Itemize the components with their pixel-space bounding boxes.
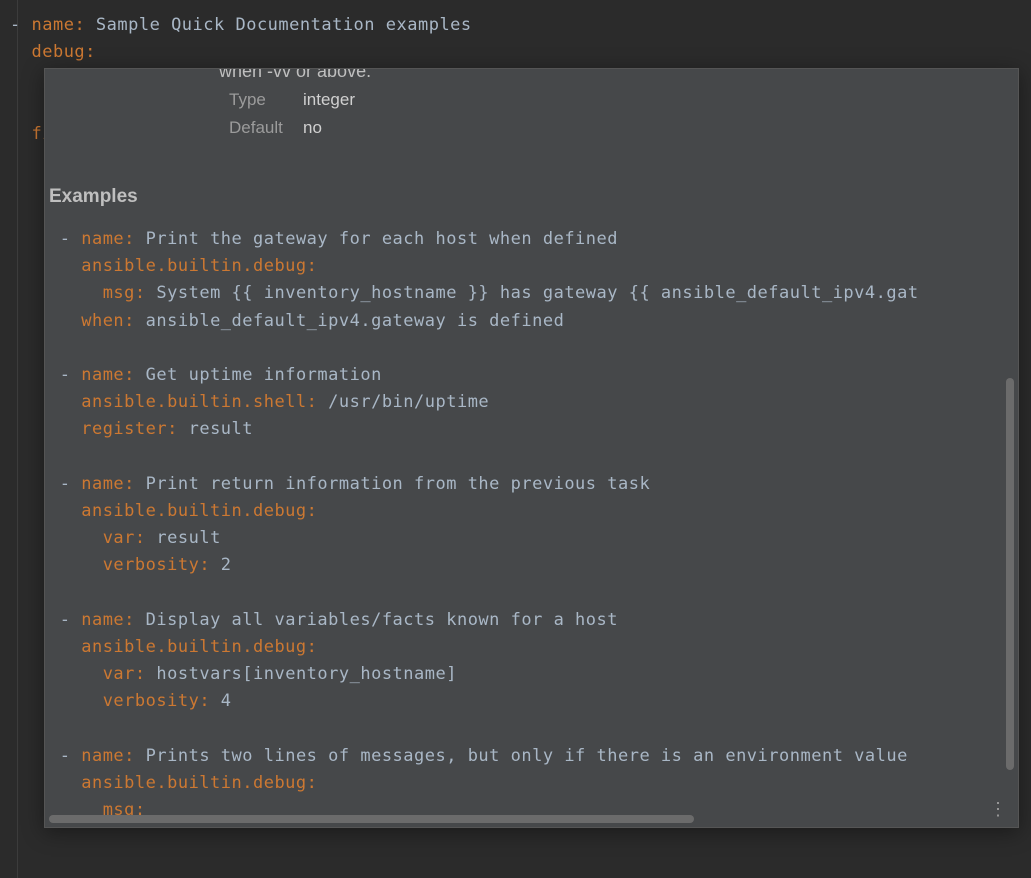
code-line: verbosity: 4 xyxy=(49,688,1018,715)
code-line: - name: Get uptime information xyxy=(49,362,1018,389)
editor-line-1[interactable]: - name: Sample Quick Documentation examp… xyxy=(10,12,1031,39)
vertical-scrollbar[interactable] xyxy=(1006,378,1014,770)
code-line: msg: System {{ inventory_hostname }} has… xyxy=(49,280,1018,307)
code-line: - name: Print return information from th… xyxy=(49,471,1018,498)
editor-line-2[interactable]: debug: xyxy=(10,39,1031,66)
code-line: var: hostvars[inventory_hostname] xyxy=(49,661,1018,688)
popup-content: when -vv or above. Type integer Default … xyxy=(45,69,1018,827)
code-line: var: result xyxy=(49,525,1018,552)
code-line: ansible.builtin.debug: xyxy=(49,770,1018,797)
param-label-default: Default xyxy=(229,118,299,138)
code-line: when: ansible_default_ipv4.gateway is de… xyxy=(49,308,1018,335)
code-line: verbosity: 2 xyxy=(49,552,1018,579)
examples-heading: Examples xyxy=(49,186,1018,208)
examples-code-block[interactable]: - name: Print the gateway for each host … xyxy=(49,226,1018,824)
code-line: ansible.builtin.shell: /usr/bin/uptime xyxy=(49,389,1018,416)
param-value-type: integer xyxy=(303,90,355,110)
code-line xyxy=(49,579,1018,606)
code-line xyxy=(49,715,1018,742)
more-options-icon[interactable]: ⋮ xyxy=(989,801,1006,819)
code-line: - name: Prints two lines of messages, bu… xyxy=(49,743,1018,770)
gutter-line xyxy=(17,0,18,878)
code-line: ansible.builtin.debug: xyxy=(49,498,1018,525)
code-line: ansible.builtin.debug: xyxy=(49,634,1018,661)
code-line: - name: Print the gateway for each host … xyxy=(49,226,1018,253)
horizontal-scrollbar[interactable] xyxy=(49,815,694,823)
param-value-default: no xyxy=(303,118,322,138)
param-label-type: Type xyxy=(229,90,299,110)
code-line: ansible.builtin.debug: xyxy=(49,253,1018,280)
code-line xyxy=(49,444,1018,471)
quick-doc-popup: when -vv or above. Type integer Default … xyxy=(44,68,1019,828)
code-line: - name: Display all variables/facts know… xyxy=(49,607,1018,634)
param-row-default: Default no xyxy=(49,118,1018,138)
param-row-type: Type integer xyxy=(49,90,1018,110)
parameters-section: when -vv or above. Type integer Default … xyxy=(49,69,1018,138)
partial-text: when -vv or above. xyxy=(49,69,1018,82)
code-line xyxy=(49,335,1018,362)
code-line: register: result xyxy=(49,416,1018,443)
